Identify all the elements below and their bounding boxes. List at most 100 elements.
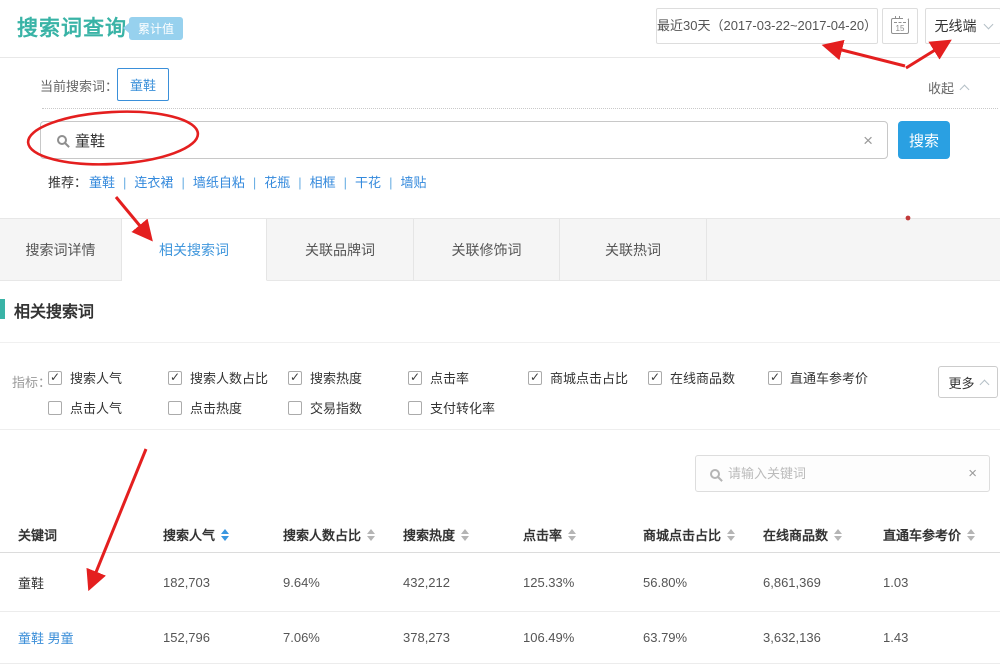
- column-header: 商城点击占比: [643, 525, 763, 544]
- dotted-divider: [42, 108, 998, 109]
- chevron-down-icon: [983, 19, 993, 29]
- metric-label: 搜索人气: [70, 368, 122, 387]
- metric-label: 点击率: [430, 368, 469, 387]
- collapse-toggle[interactable]: 收起: [928, 78, 968, 97]
- checkbox-icon[interactable]: [48, 401, 62, 415]
- recommend-link[interactable]: 花瓶: [264, 172, 309, 191]
- more-metrics-button[interactable]: 更多: [938, 366, 998, 398]
- column-label: 在线商品数: [763, 525, 828, 544]
- column-label: 搜索热度: [403, 525, 455, 544]
- column-label: 点击率: [523, 525, 562, 544]
- checkbox-icon[interactable]: [408, 371, 422, 385]
- annotation-arrow-terminal: [906, 42, 948, 68]
- terminal-dropdown-label: 无线端: [935, 16, 977, 36]
- cell-online-products: 3,632,136: [763, 630, 883, 645]
- table-row[interactable]: 童鞋 男童 152,796 7.06% 378,273 106.49% 63.7…: [0, 612, 1000, 664]
- metric-option[interactable]: 点击热度: [168, 398, 288, 417]
- recommend-link[interactable]: 墙贴: [400, 172, 426, 191]
- metric-label: 搜索人数占比: [190, 368, 268, 387]
- sort-icon[interactable]: [834, 529, 842, 541]
- metrics-row-2: 点击人气 点击热度 交易指数 支付转化率: [48, 398, 528, 417]
- section-accent-bar: [0, 299, 5, 319]
- current-search-label: 当前搜索词：: [40, 76, 118, 95]
- column-header: 直通车参考价: [883, 525, 1000, 544]
- column-header: 搜索热度: [403, 525, 523, 544]
- checkbox-icon[interactable]: [768, 371, 782, 385]
- recommend-link[interactable]: 干花: [355, 172, 400, 191]
- checkbox-icon[interactable]: [288, 401, 302, 415]
- tab-related-brand-terms[interactable]: 关联品牌词: [267, 219, 414, 281]
- sort-icon[interactable]: [367, 529, 375, 541]
- column-label: 直通车参考价: [883, 525, 961, 544]
- metric-option[interactable]: 支付转化率: [408, 398, 528, 417]
- tab-related-hot-terms[interactable]: 关联热词: [560, 219, 707, 281]
- date-range-selector[interactable]: 最近30天（2017-03-22~2017-04-20）: [656, 8, 878, 44]
- metric-label: 直通车参考价: [790, 368, 868, 387]
- metric-option[interactable]: 搜索热度: [288, 368, 408, 387]
- page-title: 搜索词查询: [17, 12, 127, 42]
- more-label: 更多: [948, 373, 974, 392]
- search-box[interactable]: ×: [40, 121, 888, 159]
- column-header: 点击率: [523, 525, 643, 544]
- chevron-up-icon: [960, 85, 970, 95]
- sort-icon[interactable]: [221, 529, 229, 541]
- cumulative-badge: 累计值: [129, 17, 183, 40]
- metric-option[interactable]: 商城点击占比: [528, 368, 648, 387]
- search-input[interactable]: [75, 132, 863, 149]
- recommend-link[interactable]: 童鞋: [89, 172, 134, 191]
- checkbox-icon[interactable]: [288, 371, 302, 385]
- metric-option[interactable]: 点击人气: [48, 398, 168, 417]
- calendar-icon: 15: [891, 18, 909, 34]
- metrics-row-1: 搜索人气 搜索人数占比 搜索热度 点击率 商城点击占比 在线商品数 直通车参考价: [48, 368, 888, 387]
- metric-option[interactable]: 搜索人数占比: [168, 368, 288, 387]
- sort-icon[interactable]: [461, 529, 469, 541]
- recommend-link[interactable]: 相框: [310, 172, 355, 191]
- keyword-link[interactable]: 童鞋 男童: [18, 631, 74, 646]
- cell-searcher-share: 7.06%: [283, 630, 403, 645]
- search-button[interactable]: 搜索: [898, 121, 950, 159]
- table-row[interactable]: 童鞋 182,703 9.64% 432,212 125.33% 56.80% …: [0, 553, 1000, 612]
- clear-filter-icon[interactable]: ×: [968, 466, 977, 481]
- current-search-term-button[interactable]: 童鞋: [117, 68, 169, 101]
- column-label: 关键词: [18, 525, 57, 544]
- keyword-cell: 童鞋: [18, 576, 44, 591]
- sort-icon[interactable]: [727, 529, 735, 541]
- recommend-link[interactable]: 连衣裙: [134, 172, 192, 191]
- metric-option[interactable]: 交易指数: [288, 398, 408, 417]
- table-header-row: 关键词 搜索人气 搜索人数占比 搜索热度 点击率 商城点击占比 在线商品数 直通…: [0, 517, 1000, 553]
- tab-related-search-terms[interactable]: 相关搜索词: [122, 219, 267, 281]
- checkbox-icon[interactable]: [168, 401, 182, 415]
- checkbox-icon[interactable]: [648, 371, 662, 385]
- cell-mall-click-share: 63.79%: [643, 630, 763, 645]
- metric-label: 点击人气: [70, 398, 122, 417]
- column-label: 商城点击占比: [643, 525, 721, 544]
- related-terms-table: 关键词 搜索人气 搜索人数占比 搜索热度 点击率 商城点击占比 在线商品数 直通…: [0, 517, 1000, 664]
- metric-label: 商城点击占比: [550, 368, 628, 387]
- checkbox-icon[interactable]: [48, 371, 62, 385]
- clear-search-icon[interactable]: ×: [863, 132, 873, 149]
- sort-icon[interactable]: [967, 529, 975, 541]
- annotation-arrow-date: [826, 46, 905, 66]
- metric-option[interactable]: 直通车参考价: [768, 368, 888, 387]
- metric-option[interactable]: 点击率: [408, 368, 528, 387]
- cell-search-heat: 432,212: [403, 575, 523, 590]
- metric-label: 交易指数: [310, 398, 362, 417]
- metric-option[interactable]: 搜索人气: [48, 368, 168, 387]
- checkbox-icon[interactable]: [168, 371, 182, 385]
- recommend-label: 推荐：: [48, 172, 87, 191]
- cell-search-heat: 378,273: [403, 630, 523, 645]
- tab-search-term-detail[interactable]: 搜索词详情: [0, 219, 122, 281]
- metric-option[interactable]: 在线商品数: [648, 368, 768, 387]
- checkbox-icon[interactable]: [408, 401, 422, 415]
- keyword-filter-box[interactable]: ×: [695, 455, 990, 492]
- metric-label: 搜索热度: [310, 368, 362, 387]
- terminal-dropdown[interactable]: 无线端: [925, 8, 1000, 44]
- tab-related-modifier-terms[interactable]: 关联修饰词: [414, 219, 560, 281]
- sort-icon[interactable]: [568, 529, 576, 541]
- search-icon: [57, 135, 67, 145]
- recommend-link[interactable]: 墙纸自粘: [193, 172, 264, 191]
- column-label: 搜索人数占比: [283, 525, 361, 544]
- checkbox-icon[interactable]: [528, 371, 542, 385]
- keyword-filter-input[interactable]: [728, 466, 968, 481]
- calendar-button[interactable]: 15: [882, 8, 918, 44]
